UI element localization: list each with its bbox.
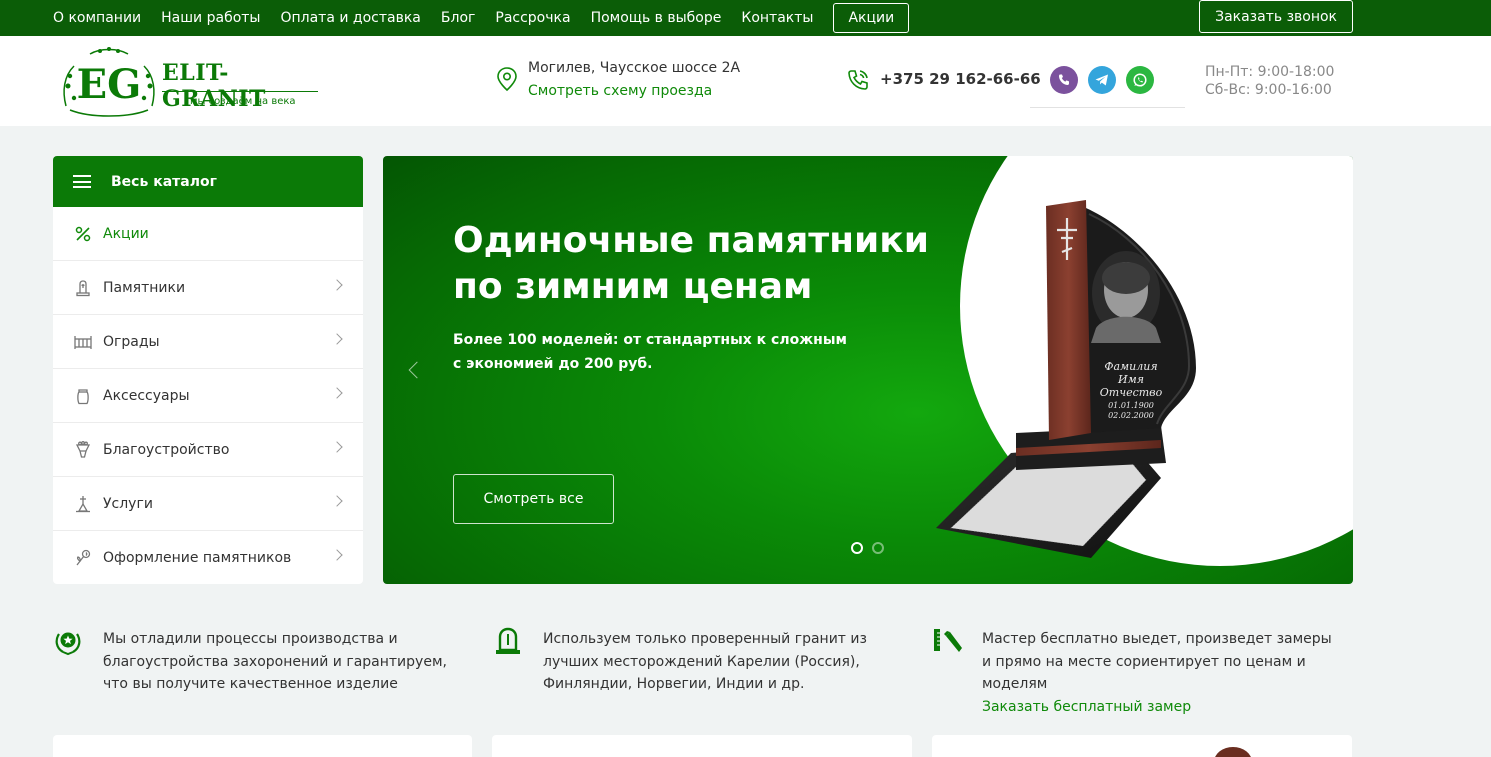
- monument-image: Фамилия Имя Отчество 01.01.1900 02.02.20…: [936, 200, 1196, 558]
- chevron-right-icon: [331, 333, 343, 345]
- logo-tagline: мы создаём на века: [190, 96, 296, 107]
- slider-dot-1[interactable]: [851, 542, 863, 554]
- chevron-right-icon: [331, 387, 343, 399]
- catalog-item-label: Благоустройство: [103, 441, 230, 458]
- telegram-icon[interactable]: [1088, 66, 1116, 94]
- nav-contacts[interactable]: Контакты: [741, 10, 813, 26]
- logo[interactable]: EG ELIT-GRANIT мы создаём на века: [60, 46, 320, 118]
- catalog-toggle[interactable]: Весь каталог: [53, 156, 363, 207]
- nav-works[interactable]: Наши работы: [161, 10, 260, 26]
- slider-prev-arrow-icon[interactable]: [408, 361, 426, 379]
- header: EG ELIT-GRANIT мы создаём на века Могиле…: [0, 36, 1491, 126]
- product-card-1[interactable]: [53, 735, 472, 757]
- chevron-right-icon: [331, 441, 343, 453]
- plate-patronymic: Отчество: [1100, 386, 1163, 399]
- hero-banner: Одиночные памятники по зимним ценам Боле…: [383, 156, 1353, 584]
- vase-icon: [73, 386, 93, 406]
- menu-icon: [73, 175, 91, 188]
- promo-button[interactable]: Акции: [833, 3, 910, 33]
- banner-title: Одиночные памятники по зимним ценам: [453, 220, 929, 307]
- catalog-item-fences[interactable]: Ограды: [53, 315, 363, 369]
- plate-firstname: Имя: [1117, 373, 1144, 386]
- nav-about[interactable]: О компании: [53, 10, 141, 26]
- catalog-item-label: Акции: [103, 225, 149, 242]
- directions-link[interactable]: Смотреть схему проезда: [528, 83, 712, 99]
- working-hours: Пн-Пт: 9:00-18:00 Сб-Вс: 9:00-16:00: [1205, 63, 1334, 99]
- catalog-item-monuments[interactable]: Памятники: [53, 261, 363, 315]
- nav-installment[interactable]: Рассрочка: [495, 10, 570, 26]
- plate-death-date: 02.02.2000: [1108, 411, 1154, 420]
- logo-mark-icon: EG: [63, 47, 155, 117]
- plate-birth-date: 01.01.1900: [1108, 401, 1154, 410]
- card-image-preview: [1214, 747, 1252, 757]
- address-text: Могилев, Чаусское шоссе 2А: [528, 60, 741, 76]
- catalog-item-label: Аксессуары: [103, 387, 190, 404]
- phone-icon: [848, 70, 868, 90]
- top-nav: О компании Наши работы Оплата и доставка…: [53, 0, 929, 36]
- order-call-button[interactable]: Заказать звонок: [1199, 0, 1353, 33]
- fence-icon: [73, 332, 93, 352]
- plate-lastname: Фамилия: [1104, 360, 1157, 373]
- feature-text: Мы отладили процессы производства и благ…: [103, 631, 447, 692]
- top-bar: О компании Наши работы Оплата и доставка…: [0, 0, 1491, 36]
- nav-payment-delivery[interactable]: Оплата и доставка: [280, 10, 420, 26]
- hours-weekday: Пн-Пт: 9:00-18:00: [1205, 64, 1335, 80]
- catalog-item-accessories[interactable]: Аксессуары: [53, 369, 363, 423]
- map-pin-icon: [497, 67, 517, 92]
- percent-icon: [73, 224, 93, 244]
- catalog-item-label: Услуги: [103, 495, 153, 512]
- flowers-icon: [73, 440, 93, 460]
- chevron-right-icon: [331, 495, 343, 507]
- messengers-divider: [1030, 107, 1185, 108]
- view-all-button[interactable]: Смотреть все: [453, 474, 614, 524]
- rose-icon: [73, 548, 93, 568]
- feature-text: Используем только проверенный гранит из …: [543, 631, 867, 692]
- chevron-right-icon: [331, 279, 343, 291]
- banner-subtitle: Более 100 моделей: от стандартных к слож…: [453, 332, 847, 372]
- chevron-right-icon: [331, 549, 343, 561]
- phone-number[interactable]: +375 29 162-66-66: [880, 70, 1041, 88]
- feature-text: Мастер бесплатно выедет, произведет заме…: [982, 631, 1332, 692]
- slider-dots: [851, 542, 893, 554]
- slider-dot-2[interactable]: [872, 542, 884, 554]
- ruler-pencil-icon: [934, 629, 962, 652]
- product-card-3[interactable]: [932, 735, 1352, 757]
- logo-divider: [162, 91, 318, 92]
- logo-mark-text: EG: [77, 61, 142, 108]
- monument-icon: [73, 278, 93, 298]
- nav-blog[interactable]: Блог: [441, 10, 475, 26]
- hours-weekend: Сб-Вс: 9:00-16:00: [1205, 82, 1332, 98]
- service-icon: [73, 494, 93, 514]
- feature-text-block: Мастер бесплатно выедет, произведет заме…: [982, 628, 1332, 718]
- catalog-title: Весь каталог: [111, 173, 217, 190]
- catalog-item-label: Оформление памятников: [103, 550, 292, 566]
- order-measure-link[interactable]: Заказать бесплатный замер: [982, 696, 1332, 719]
- messengers: [1050, 66, 1164, 94]
- catalog-sidebar: Весь каталог Акции Памятники Ограды Аксе…: [53, 156, 363, 584]
- tombstone-icon: [496, 627, 520, 654]
- catalog-item-landscaping[interactable]: Благоустройство: [53, 423, 363, 477]
- catalog-item-label: Ограды: [103, 333, 160, 350]
- nav-help[interactable]: Помощь в выборе: [591, 10, 722, 26]
- product-card-2[interactable]: [492, 735, 912, 757]
- award-wreath-icon: [55, 632, 81, 656]
- catalog-item-services[interactable]: Услуги: [53, 477, 363, 531]
- viber-icon[interactable]: [1050, 66, 1078, 94]
- catalog-item-label: Памятники: [103, 279, 186, 296]
- whatsapp-icon[interactable]: [1126, 66, 1154, 94]
- catalog-item-decoration[interactable]: Оформление памятников: [53, 531, 363, 584]
- catalog-item-promo[interactable]: Акции: [53, 207, 363, 261]
